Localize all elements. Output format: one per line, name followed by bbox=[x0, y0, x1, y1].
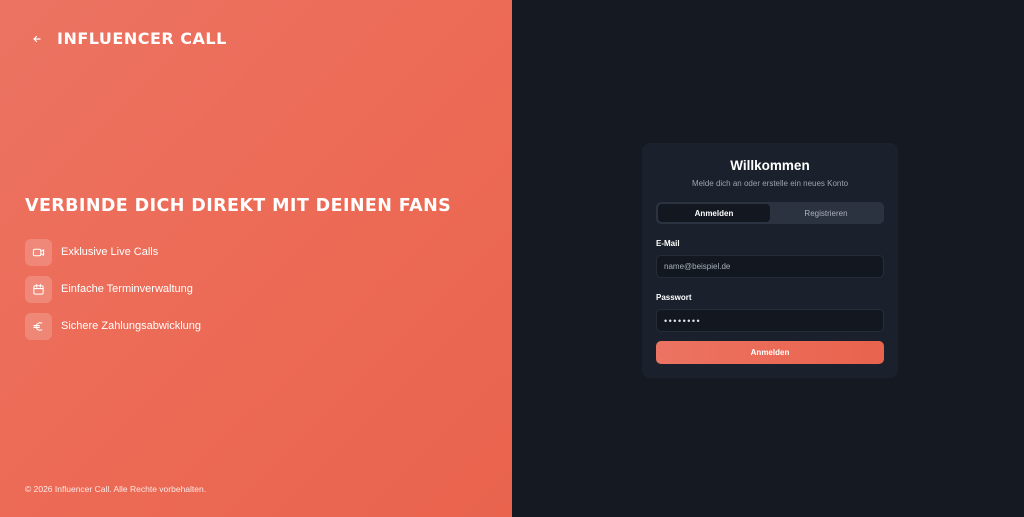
feature-label: Einfache Terminverwaltung bbox=[61, 283, 193, 295]
euro-icon bbox=[25, 312, 52, 340]
arrow-left-icon[interactable] bbox=[29, 31, 45, 47]
brand-header: INFLUENCER CALL bbox=[29, 29, 227, 48]
feature-label: Exklusive Live Calls bbox=[61, 246, 159, 258]
hero-headline: VERBINDE DICH DIREKT MIT DEINEN FANS bbox=[25, 196, 452, 216]
copyright-text: © 2026 Influencer Call. Alle Rechte vorb… bbox=[25, 484, 207, 494]
password-label: Passwort bbox=[656, 293, 692, 302]
calendar-icon bbox=[25, 275, 52, 303]
password-value: •••••••• bbox=[664, 315, 702, 326]
feature-list: Exklusive Live Calls Einfache Terminverw… bbox=[25, 238, 201, 349]
password-field[interactable]: •••••••• bbox=[656, 309, 884, 332]
email-field[interactable] bbox=[664, 262, 876, 271]
brand-name: INFLUENCER CALL bbox=[57, 29, 227, 48]
video-icon bbox=[25, 238, 52, 266]
feature-item: Exklusive Live Calls bbox=[25, 238, 201, 266]
auth-card: Willkommen Melde dich an oder erstelle e… bbox=[642, 143, 898, 378]
email-field-wrapper bbox=[656, 255, 884, 278]
login-button[interactable]: Anmelden bbox=[656, 341, 884, 364]
auth-title: Willkommen bbox=[730, 158, 810, 173]
feature-item: Einfache Terminverwaltung bbox=[25, 275, 201, 303]
email-label: E-Mail bbox=[656, 239, 680, 248]
tab-login[interactable]: Anmelden bbox=[658, 204, 770, 222]
auth-panel: Willkommen Melde dich an oder erstelle e… bbox=[512, 0, 1024, 517]
hero-panel: INFLUENCER CALL VERBINDE DICH DIREKT MIT… bbox=[0, 0, 512, 517]
auth-subtitle: Melde dich an oder erstelle ein neues Ko… bbox=[691, 179, 849, 188]
tab-register[interactable]: Registrieren bbox=[770, 204, 882, 222]
feature-label: Sichere Zahlungsabwicklung bbox=[61, 320, 202, 332]
auth-tabs: Anmelden Registrieren bbox=[656, 202, 884, 224]
feature-item: Sichere Zahlungsabwicklung bbox=[25, 312, 201, 340]
